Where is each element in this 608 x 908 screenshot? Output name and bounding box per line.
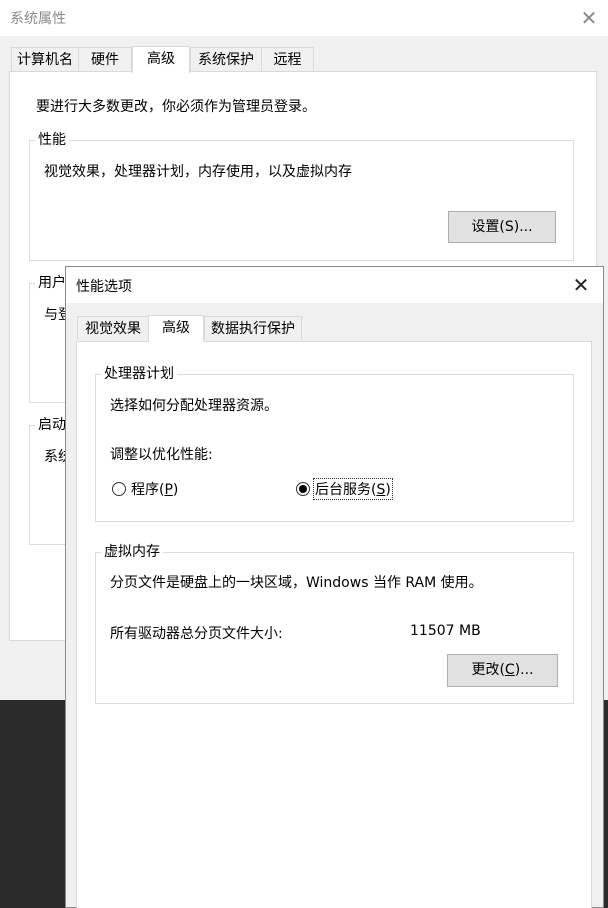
processor-scheduling-title: 处理器计划 bbox=[101, 366, 177, 382]
tab-system-protection[interactable]: 系统保护 bbox=[190, 47, 262, 71]
optimize-for-label: 调整以优化性能: bbox=[110, 447, 213, 463]
tab-visual-effects[interactable]: 视觉效果 bbox=[77, 316, 149, 340]
performance-options-title: 性能选项 bbox=[76, 279, 132, 295]
admin-notice: 要进行大多数更改，你必须作为管理员登录。 bbox=[36, 99, 316, 115]
tab-computer-name[interactable]: 计算机名 bbox=[11, 47, 79, 71]
tab-dep[interactable]: 数据执行保护 bbox=[204, 316, 302, 340]
performance-options-titlebar bbox=[66, 267, 603, 303]
performance-description: 视觉效果，处理器计划，内存使用，以及虚拟内存 bbox=[44, 164, 352, 180]
tab-perf-advanced[interactable]: 高级 bbox=[148, 315, 204, 342]
virtual-memory-description: 分页文件是硬盘上的一块区域，Windows 当作 RAM 使用。 bbox=[110, 575, 483, 591]
paging-file-total-label: 所有驱动器总分页文件大小: bbox=[110, 626, 283, 642]
paging-file-total-value: 11507 MB bbox=[410, 623, 481, 639]
user-profiles-group-title: 用户 bbox=[35, 275, 69, 291]
change-virtual-memory-button[interactable]: 更改(C)... bbox=[447, 654, 558, 687]
tab-hardware[interactable]: 硬件 bbox=[78, 47, 132, 71]
performance-group-title: 性能 bbox=[35, 132, 69, 148]
performance-settings-button[interactable]: 设置(S)... bbox=[448, 211, 556, 243]
close-icon[interactable]: ✕ bbox=[568, 272, 594, 298]
virtual-memory-title: 虚拟内存 bbox=[101, 544, 163, 560]
system-properties-titlebar bbox=[0, 0, 608, 36]
processor-scheduling-description: 选择如何分配处理器资源。 bbox=[110, 398, 278, 414]
close-icon[interactable]: ✕ bbox=[576, 5, 602, 31]
background-services-radio[interactable] bbox=[296, 482, 310, 496]
startup-group-title: 启动 bbox=[35, 417, 69, 433]
tab-remote[interactable]: 远程 bbox=[261, 47, 314, 71]
background-services-radio-label[interactable]: 后台服务(S) bbox=[313, 478, 393, 500]
programs-radio[interactable] bbox=[112, 482, 126, 496]
radio-selected-dot bbox=[299, 485, 307, 493]
programs-radio-label[interactable]: 程序(P) bbox=[131, 479, 178, 499]
tab-advanced[interactable]: 高级 bbox=[132, 46, 190, 73]
system-properties-title: 系统属性 bbox=[10, 11, 66, 27]
